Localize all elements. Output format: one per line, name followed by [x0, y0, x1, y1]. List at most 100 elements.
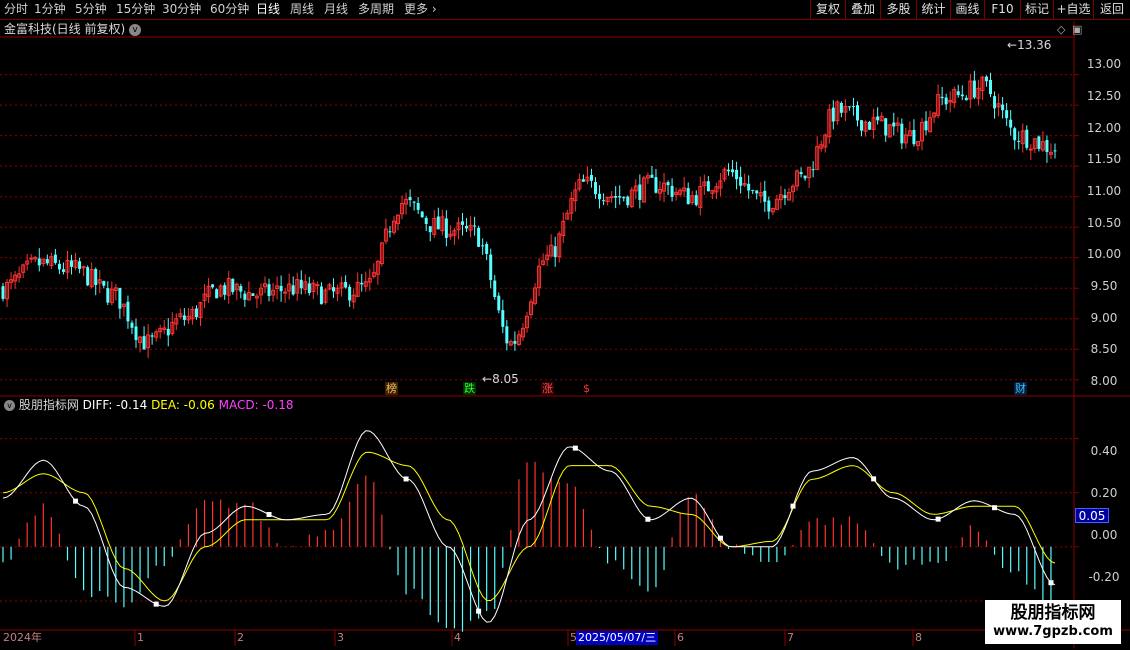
candle-body-down [307, 283, 311, 294]
candle-body-down [964, 97, 968, 101]
dea-line [2, 451, 1056, 602]
candle-body-down [1001, 104, 1005, 111]
price-tick: 11.50 [1086, 152, 1122, 166]
diff-marker [476, 608, 482, 614]
candle-body-down [501, 310, 505, 327]
candle-body-down [876, 116, 880, 121]
watermark-title: 股朋指标网 [1010, 603, 1096, 623]
candle-body-down [481, 245, 485, 247]
low-price-value: 8.05 [492, 372, 519, 386]
candle-body-down [614, 195, 618, 198]
candle-body-down [1013, 128, 1017, 141]
candle-body-down [102, 280, 106, 286]
candle-body-down [279, 285, 283, 292]
candle-body-down [420, 211, 424, 218]
price-tick: 8.50 [1090, 342, 1118, 356]
candle-body-down [993, 96, 997, 109]
candle-body-down [1017, 140, 1021, 142]
candle-body-down [94, 269, 98, 286]
diff-marker [153, 601, 159, 607]
candle-body-up [81, 266, 86, 269]
candle-body-up [1028, 148, 1033, 151]
candle-body-down [348, 286, 352, 301]
price-tick: 9.00 [1090, 311, 1118, 325]
candle-body-up [609, 196, 614, 199]
candle-body-down [299, 279, 303, 289]
candle-body-down [735, 169, 739, 180]
diff-marker [572, 445, 578, 451]
candle-body-down [231, 278, 235, 293]
diff-line [2, 430, 1056, 623]
candle-body-down [851, 106, 855, 108]
candle-body-down [243, 293, 247, 300]
candle-body-down [360, 282, 364, 285]
stock-title-text: 金富科技(日线 前复权) [4, 22, 126, 36]
candle-body-down [1005, 110, 1009, 119]
x-axis-label: 1 [137, 631, 144, 644]
candle-body-down [182, 315, 186, 320]
event-tag-dollar[interactable]: $ [580, 382, 593, 395]
candle-body-down [1037, 136, 1041, 149]
diff-value: DIFF: -0.14 [82, 398, 148, 412]
kline-chart[interactable] [0, 0, 1130, 650]
candle-body-down [344, 281, 348, 288]
candle-body-down [412, 201, 416, 203]
candle-body-down [166, 328, 170, 336]
candle-body-down [150, 335, 154, 337]
candle-body-down [444, 218, 448, 238]
candle-body-down [45, 259, 49, 264]
candle-body-down [912, 129, 916, 145]
candle-body-down [900, 123, 904, 144]
event-tag-rise[interactable]: 涨 [541, 382, 554, 395]
candle-body-down [460, 221, 464, 225]
candle-body-down [598, 193, 602, 200]
indicator-name: 股朋指标网 [18, 398, 79, 412]
candle-body-down [497, 295, 501, 311]
candle-body-down [847, 106, 851, 108]
candle-body-down [924, 120, 928, 131]
candle-body-down [972, 80, 976, 98]
panel-toggle-icon[interactable]: ▣ [1072, 23, 1082, 37]
candle-body-down [37, 258, 41, 266]
candle-body-down [694, 195, 698, 206]
candle-body-down [868, 121, 872, 130]
candle-body-down [513, 340, 517, 344]
candle-body-down [553, 246, 557, 257]
candle-body-down [803, 175, 807, 179]
candle-body-up [315, 284, 320, 287]
indicator-header: v 股朋指标网 DIFF: -0.14 DEA: -0.06 MACD: -0.… [4, 398, 294, 412]
diff-marker [403, 476, 409, 482]
price-tick: 11.00 [1086, 184, 1122, 198]
diff-marker [645, 516, 651, 522]
watermark-url: www.7gpzb.com [993, 624, 1113, 639]
high-price-value: 13.36 [1017, 38, 1052, 52]
candle-body-down [747, 183, 751, 191]
candle-body-down [989, 79, 993, 95]
event-tag-finance[interactable]: 财 [1014, 382, 1027, 395]
chevron-down-icon[interactable]: v [4, 400, 15, 411]
event-tag-fall[interactable]: 跌 [463, 382, 476, 395]
candle-body-down [940, 96, 944, 99]
candle-body-down [61, 269, 65, 272]
diamond-icon[interactable]: ◇ [1057, 23, 1065, 37]
price-tick: 10.00 [1086, 247, 1122, 261]
candle-body-down [319, 286, 323, 305]
candle-body-down [473, 225, 477, 227]
candle-body-down [388, 231, 392, 233]
candle-body-down [763, 190, 767, 202]
chevron-down-icon[interactable]: v [129, 23, 142, 36]
candle-body-down [799, 172, 803, 175]
candle-body-down [57, 263, 61, 270]
candle-body-down [654, 177, 658, 193]
candle-body-down [106, 288, 110, 303]
candle-body-down [267, 284, 271, 297]
candle-body-down [956, 91, 960, 96]
candle-body-down [53, 254, 57, 263]
diff-marker [266, 512, 272, 518]
candle-body-down [739, 176, 743, 186]
candle-body-down [416, 202, 420, 210]
event-tag-rank[interactable]: 榜 [385, 382, 398, 395]
candle-body-down [618, 196, 622, 198]
candle-body-down [194, 308, 198, 318]
x-axis-label: 2 [237, 631, 244, 644]
